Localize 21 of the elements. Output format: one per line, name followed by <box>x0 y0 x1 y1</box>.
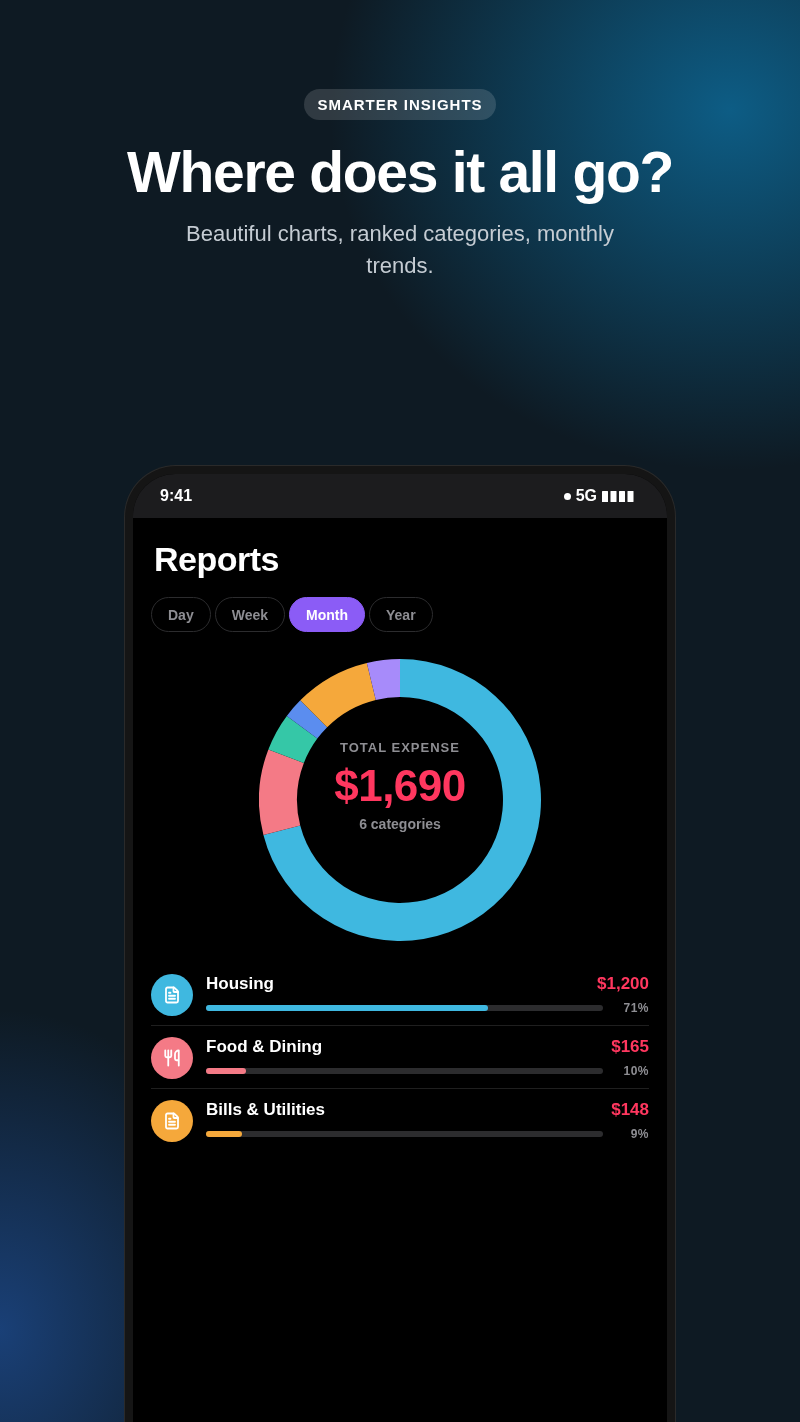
category-count: 6 categories <box>359 815 441 833</box>
category-name: Housing <box>206 973 274 995</box>
section-badge: SMARTER INSIGHTS <box>304 89 496 120</box>
category-percent: 9% <box>629 1127 649 1141</box>
category-amount: $165 <box>611 1036 649 1058</box>
network-label: 5G <box>575 487 597 505</box>
category-amount: $148 <box>611 1099 649 1121</box>
status-time: 9:41 <box>160 487 193 505</box>
total-label: TOTAL EXPENSE <box>340 740 460 756</box>
period-tab[interactable]: Month <box>289 597 365 632</box>
signal-bars-icon <box>602 490 634 502</box>
total-amount: $1,690 <box>334 762 466 810</box>
category-amount: $1,200 <box>597 973 649 995</box>
category-percent: 10% <box>622 1064 649 1078</box>
dot-icon <box>563 492 571 500</box>
headline: Where does it all go? <box>127 140 673 204</box>
screen-title: Reports <box>153 539 280 579</box>
category-name: Food & Dining <box>206 1036 323 1058</box>
subtitle: Beautiful charts, ranked categories, monthly trends. <box>185 220 615 280</box>
category-percent: 71% <box>622 1001 649 1015</box>
category-name: Bills & Utilities <box>206 1099 326 1121</box>
